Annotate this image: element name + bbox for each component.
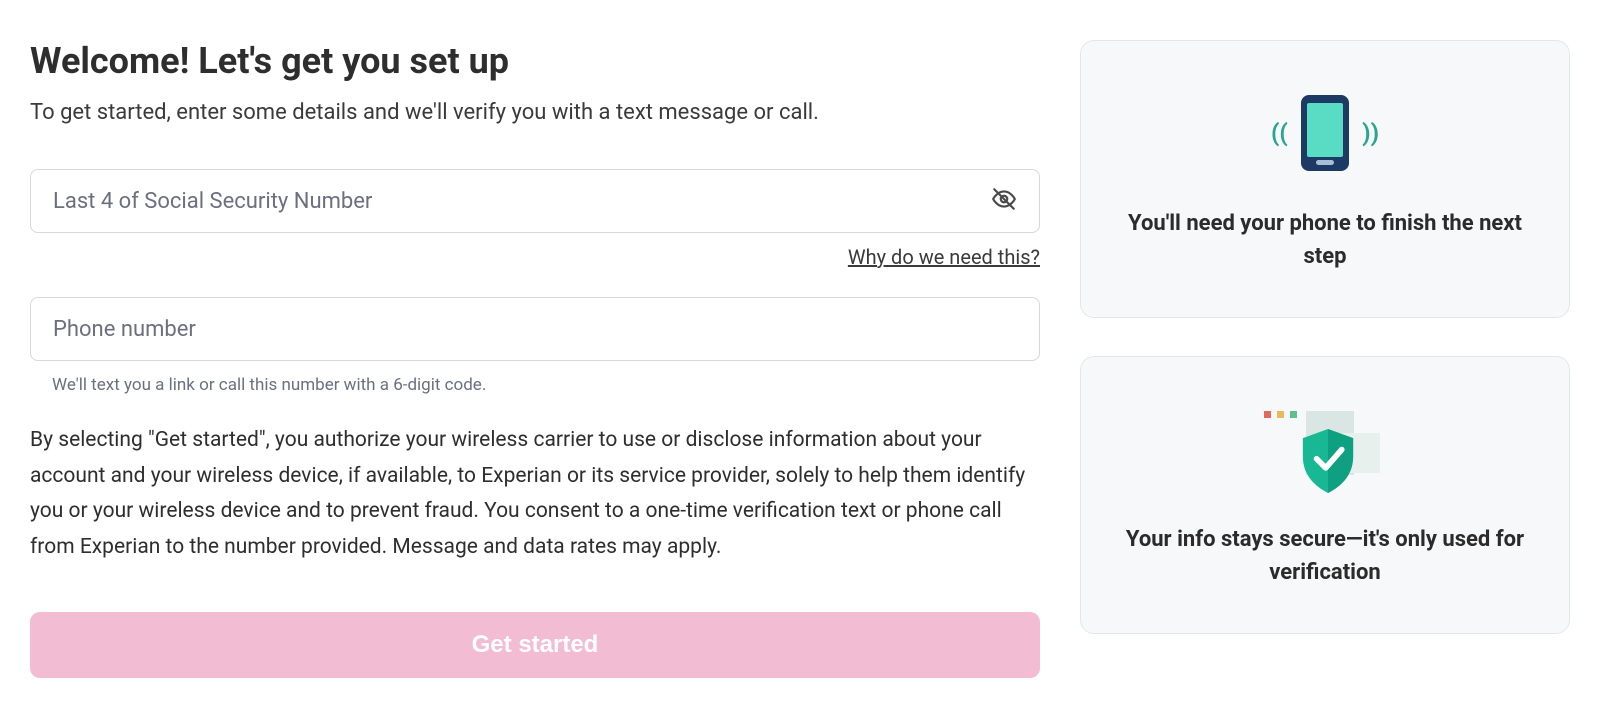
ssn-placeholder: Last 4 of Social Security Number [53,189,991,214]
form-column: Welcome! Let's get you set up To get sta… [30,40,1040,680]
phone-help-text: We'll text you a link or call this numbe… [52,375,1040,395]
page-title: Welcome! Let's get you set up [30,40,1040,82]
eye-off-icon[interactable] [991,186,1017,216]
get-started-button[interactable]: Get started [30,612,1040,678]
shield-check-icon [1270,405,1380,493]
page-subtitle: To get started, enter some details and w… [30,100,1040,125]
info-column: (( )) You'll need your phone to finish t… [1080,40,1570,680]
phone-card-text: You'll need your phone to finish the nex… [1111,207,1539,273]
ssn-field[interactable]: Last 4 of Social Security Number [30,169,1040,233]
secure-card-text: Your info stays secure—it's only used fo… [1111,523,1539,589]
phone-needed-card: (( )) You'll need your phone to finish t… [1080,40,1570,318]
phone-field[interactable]: Phone number [30,297,1040,361]
phone-placeholder: Phone number [53,317,1017,342]
why-row: Why do we need this? [30,245,1040,269]
why-need-this-link[interactable]: Why do we need this? [848,245,1040,269]
phone-ringing-icon: (( )) [1301,89,1349,177]
secure-info-card: Your info stays secure—it's only used fo… [1080,356,1570,634]
consent-text: By selecting "Get started", you authoriz… [30,423,1040,566]
